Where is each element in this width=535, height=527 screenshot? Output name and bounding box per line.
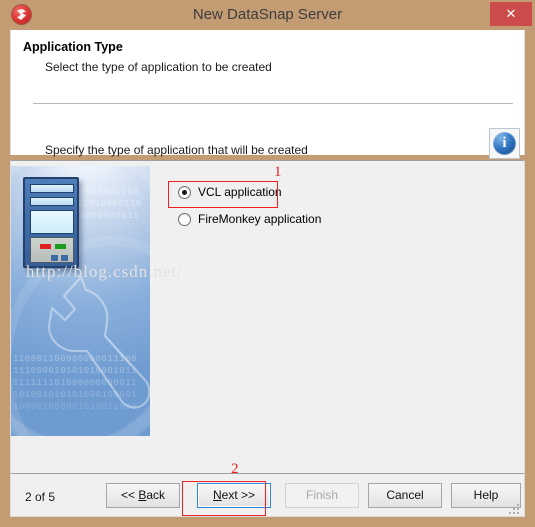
radio-label: FireMonkey application (198, 212, 322, 226)
info-button[interactable] (489, 128, 520, 159)
resize-grip-icon[interactable] (509, 502, 521, 514)
next-accel: N (212, 488, 222, 502)
next-button[interactable]: Next >> (197, 483, 271, 508)
back-prefix: << (120, 488, 139, 502)
wrench-icon (47, 275, 150, 409)
server-bay (30, 197, 74, 206)
content-panel: 00000001110 101010000110 00000000011 110… (10, 160, 525, 473)
footer-panel: 2 of 5 << Back Next >> Finish Cancel Hel… (10, 473, 525, 517)
side-illustration: 00000001110 101010000110 00000000011 110… (11, 166, 150, 436)
server-port (51, 255, 58, 261)
server-screen (30, 210, 74, 234)
radio-label: VCL application (198, 185, 282, 199)
server-tower-icon (23, 177, 79, 268)
header-panel: Application Type Select the type of appl… (10, 30, 525, 157)
server-port (61, 255, 68, 261)
dialog-window: New DataSnap Server ✕ Application Type S… (0, 0, 535, 527)
led-green-icon (55, 244, 66, 249)
server-bay (30, 184, 74, 193)
info-icon (493, 132, 516, 155)
page-title: Application Type (23, 40, 123, 54)
title-bar[interactable]: New DataSnap Server ✕ (0, 0, 535, 30)
radio-unselected-icon (178, 213, 191, 226)
next-suffix: ext >> (221, 488, 256, 502)
radio-selected-icon (178, 186, 191, 199)
window-title: New DataSnap Server (192, 6, 343, 23)
back-button[interactable]: << Back (106, 483, 180, 508)
radio-vcl-application[interactable]: VCL application (169, 183, 399, 203)
finish-button: Finish (285, 483, 359, 508)
server-panel (30, 237, 74, 263)
header-divider (33, 103, 513, 104)
step-counter: 2 of 5 (25, 490, 56, 504)
back-suffix: ack (146, 488, 166, 502)
page-subtitle: Select the type of application to be cre… (45, 60, 272, 74)
led-red-icon (40, 244, 51, 249)
radio-firemonkey-application[interactable]: FireMonkey application (169, 210, 399, 230)
application-type-radio-group: VCL application FireMonkey application (169, 183, 399, 237)
header-description: Specify the type of application that wil… (45, 143, 308, 157)
cancel-button[interactable]: Cancel (368, 483, 442, 508)
close-icon[interactable]: ✕ (490, 2, 532, 26)
